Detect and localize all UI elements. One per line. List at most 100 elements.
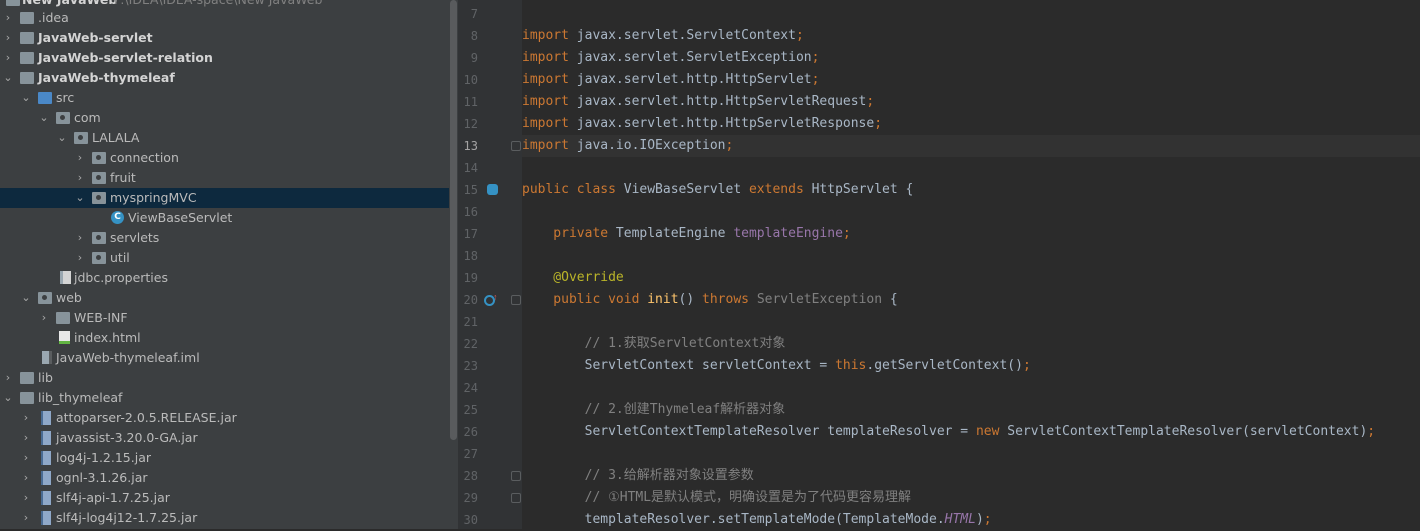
project-tree-scrollbar[interactable]: [449, 0, 458, 529]
code-text: {: [882, 292, 898, 307]
tree-item-javaweb-servlet-relation[interactable]: › JavaWeb-servlet-relation: [0, 48, 449, 68]
chevron-right-icon[interactable]: ›: [20, 508, 32, 528]
tree-item-servlets[interactable]: › servlets: [0, 228, 449, 248]
code-line[interactable]: @Override: [522, 267, 1420, 289]
code-line[interactable]: // 2.创建Thymeleaf解析器对象: [522, 399, 1420, 421]
keyword: private: [522, 226, 609, 241]
module-folder-icon: [6, 0, 20, 6]
tree-item-label: LALALA: [92, 130, 140, 145]
tree-item-label: jdbc.properties: [74, 270, 168, 285]
code-line[interactable]: import javax.servlet.http.HttpServletRes…: [522, 113, 1420, 135]
tree-item-label: lib: [38, 370, 53, 385]
chevron-right-icon[interactable]: ›: [20, 408, 32, 428]
chevron-right-icon[interactable]: ›: [20, 428, 32, 448]
chevron-right-icon[interactable]: ›: [20, 488, 32, 508]
fold-marker-icon[interactable]: [511, 295, 521, 305]
comment: // 2.创建Thymeleaf解析器对象: [522, 402, 786, 417]
tree-item-label: connection: [110, 150, 179, 165]
tree-item-lib-thymeleaf[interactable]: ⌄ lib_thymeleaf: [0, 388, 449, 408]
tree-item-viewbaseservlet[interactable]: C ViewBaseServlet: [0, 208, 449, 228]
tree-item-jar[interactable]: › slf4j-api-1.7.25.jar: [0, 488, 449, 508]
tree-item-jar[interactable]: › slf4j-log4j12-1.7.25.jar: [0, 508, 449, 528]
scrollbar-thumb[interactable]: [450, 0, 457, 440]
tree-item-label: attoparser-2.0.5.RELEASE.jar: [56, 410, 237, 425]
tree-item-javaweb-thymeleaf[interactable]: ⌄ JavaWeb-thymeleaf: [0, 68, 449, 88]
line-number: 19: [463, 271, 478, 285]
fold-marker-icon[interactable]: [511, 141, 521, 151]
code-line[interactable]: ServletContext servletContext = this.get…: [522, 355, 1420, 377]
chevron-down-icon[interactable]: ⌄: [2, 388, 14, 408]
code-line[interactable]: import javax.servlet.http.HttpServletReq…: [522, 91, 1420, 113]
chevron-right-icon[interactable]: ›: [2, 48, 14, 68]
semicolon: ;: [874, 116, 883, 131]
code-line[interactable]: // 3.给解析器对象设置参数: [522, 465, 1420, 487]
source-folder-icon: [38, 92, 52, 104]
folder-icon: [56, 312, 70, 324]
implemented-class-icon[interactable]: [487, 184, 498, 195]
code-line-current[interactable]: import java.io.IOException;: [522, 135, 1420, 157]
tree-item-src[interactable]: ⌄ src: [0, 88, 449, 108]
code-text: javax.servlet.http.HttpServletResponse: [568, 116, 875, 131]
tree-item-fruit[interactable]: › fruit: [0, 168, 449, 188]
tree-item-com[interactable]: ⌄ com: [0, 108, 449, 128]
tree-item-label: slf4j-api-1.7.25.jar: [56, 490, 170, 505]
code-line[interactable]: import javax.servlet.http.HttpServlet;: [522, 69, 1420, 91]
keyword: import: [522, 116, 569, 131]
fold-marker-icon[interactable]: [511, 493, 521, 503]
line-number: 16: [463, 205, 478, 219]
code-line[interactable]: import javax.servlet.ServletException;: [522, 47, 1420, 69]
tree-item-iml[interactable]: JavaWeb-thymeleaf.iml: [0, 348, 449, 368]
chevron-right-icon[interactable]: ›: [38, 308, 50, 328]
tree-item-web-inf[interactable]: › WEB-INF: [0, 308, 449, 328]
tree-item-idea[interactable]: › .idea: [0, 8, 449, 28]
chevron-right-icon[interactable]: ›: [74, 168, 86, 188]
code-line[interactable]: public class ViewBaseServlet extends Htt…: [522, 179, 1420, 201]
tree-item-jar[interactable]: › ognl-3.1.26.jar: [0, 468, 449, 488]
tree-item-jar[interactable]: › log4j-1.2.15.jar: [0, 448, 449, 468]
tree-item-label: ViewBaseServlet: [128, 210, 233, 225]
code-line[interactable]: private TemplateEngine templateEngine;: [522, 223, 1420, 245]
tree-item-web[interactable]: ⌄ web: [0, 288, 449, 308]
tree-item-lib[interactable]: › lib: [0, 368, 449, 388]
chevron-down-icon[interactable]: ⌄: [20, 288, 32, 308]
chevron-down-icon[interactable]: ⌄: [2, 68, 14, 88]
chevron-down-icon[interactable]: ⌄: [20, 88, 32, 108]
tree-item-jar[interactable]: › javassist-3.20.0-GA.jar: [0, 428, 449, 448]
code-text: javax.servlet.ServletContext: [568, 28, 796, 43]
code-line[interactable]: import javax.servlet.ServletContext;: [522, 25, 1420, 47]
chevron-right-icon[interactable]: ›: [20, 448, 32, 468]
tree-item-myspringmvc[interactable]: ⌄ myspringMVC: [0, 188, 449, 208]
chevron-down-icon[interactable]: ⌄: [74, 188, 86, 208]
code-line[interactable]: // 1.获取ServletContext对象: [522, 333, 1420, 355]
chevron-right-icon[interactable]: ›: [20, 468, 32, 488]
code-line[interactable]: public void init() throws ServletExcepti…: [522, 289, 1420, 311]
chevron-right-icon[interactable]: ›: [74, 248, 86, 268]
tree-item-label: web: [56, 290, 82, 305]
tree-item-label: util: [110, 250, 130, 265]
tree-item-label: index.html: [74, 330, 141, 345]
chevron-right-icon[interactable]: ›: [2, 368, 14, 388]
tree-item-util[interactable]: › util: [0, 248, 449, 268]
chevron-right-icon[interactable]: ›: [2, 28, 14, 48]
code-line[interactable]: // ①HTML是默认模式，明确设置是为了代码更容易理解: [522, 487, 1420, 509]
chevron-right-icon[interactable]: ›: [74, 148, 86, 168]
keyword: extends: [748, 182, 804, 197]
tree-item-jar[interactable]: › attoparser-2.0.5.RELEASE.jar: [0, 408, 449, 428]
code-text: ViewBaseServlet: [615, 182, 749, 197]
fold-marker-icon[interactable]: [511, 471, 521, 481]
keyword: this: [835, 358, 867, 373]
chevron-down-icon[interactable]: ⌄: [38, 108, 50, 128]
chevron-right-icon[interactable]: ›: [74, 228, 86, 248]
tree-item-jdbc-properties[interactable]: jdbc.properties: [0, 268, 449, 288]
chevron-down-icon[interactable]: ⌄: [56, 128, 68, 148]
code-line[interactable]: templateResolver.setTemplateMode(Templat…: [522, 509, 1420, 531]
tree-item-connection[interactable]: › connection: [0, 148, 449, 168]
tree-item-javaweb-servlet[interactable]: › JavaWeb-servlet: [0, 28, 449, 48]
tree-item-label: log4j-1.2.15.jar: [56, 450, 151, 465]
tree-item-index-html[interactable]: index.html: [0, 328, 449, 348]
package-icon: [56, 112, 70, 124]
tree-item-lalala[interactable]: ⌄ LALALA: [0, 128, 449, 148]
chevron-right-icon[interactable]: ›: [2, 8, 14, 28]
code-line[interactable]: ServletContextTemplateResolver templateR…: [522, 421, 1420, 443]
line-number: 14: [463, 161, 478, 175]
